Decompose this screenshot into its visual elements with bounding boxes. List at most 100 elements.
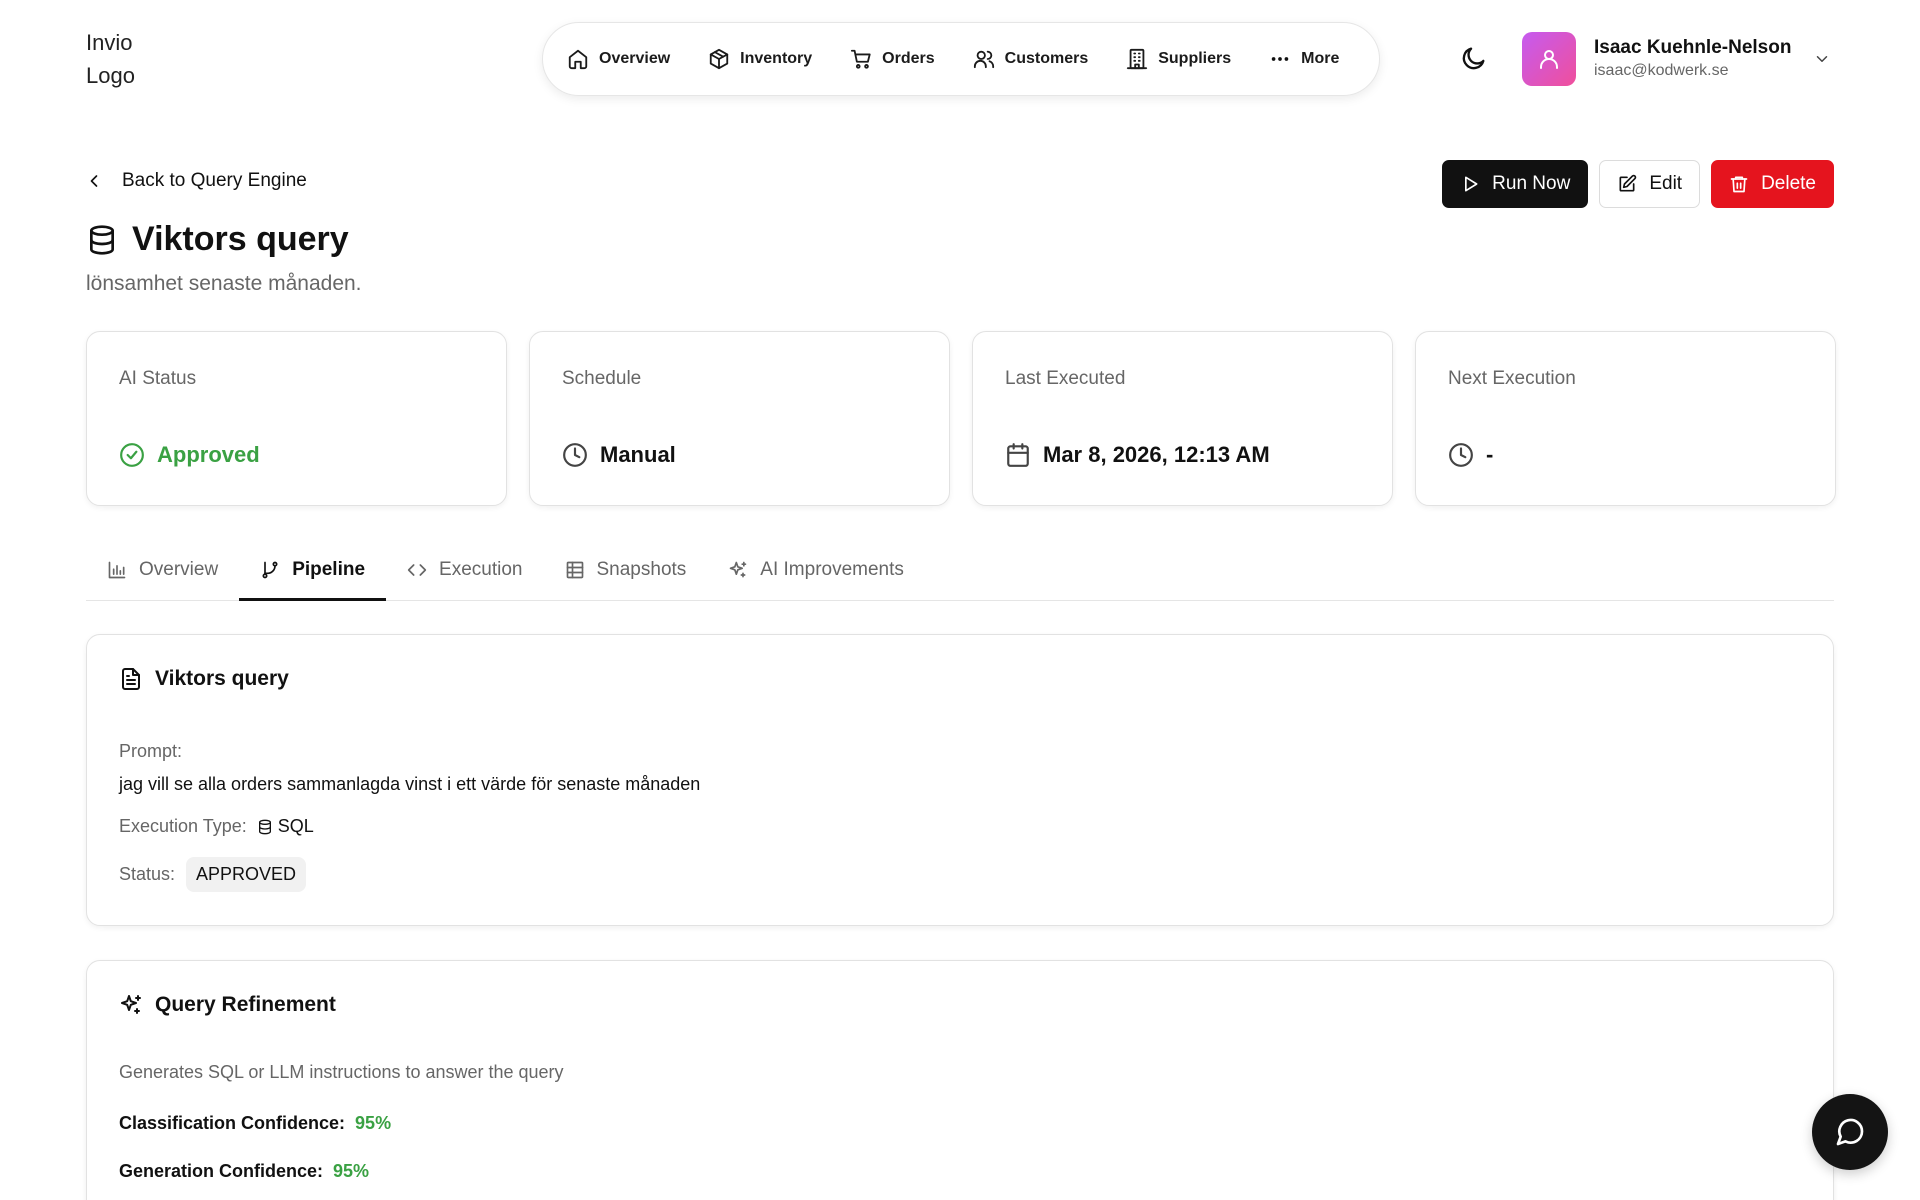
nav-label: Suppliers <box>1158 50 1232 67</box>
status-badge: APPROVED <box>186 857 307 892</box>
tab-bar: Overview Pipeline Execution Snapshots AI… <box>86 540 1834 601</box>
tab-snapshots[interactable]: Snapshots <box>544 540 708 600</box>
user-icon <box>1537 47 1561 71</box>
status-row: Status: APPROVED <box>119 857 307 892</box>
chevron-left-icon <box>84 171 104 191</box>
tab-ai-improvements[interactable]: AI Improvements <box>707 540 925 600</box>
database-icon <box>86 224 118 256</box>
nav-label: Customers <box>1004 50 1089 67</box>
card-value-text: Approved <box>157 442 260 467</box>
generation-value: 95% <box>333 1161 370 1181</box>
tab-label: Snapshots <box>596 559 687 580</box>
nav-label: More <box>1301 50 1340 67</box>
card-schedule: Schedule Manual <box>529 331 950 506</box>
refinement-panel: Query Refinement Generates SQL or LLM in… <box>86 960 1834 1200</box>
classification-confidence-row: Classification Confidence: 95% <box>119 1113 391 1134</box>
tab-execution[interactable]: Execution <box>386 540 543 600</box>
user-info: Isaac Kuehnle-Nelson isaac@kodwerk.se <box>1594 36 1791 82</box>
card-value: Mar 8, 2026, 12:13 AM <box>1005 442 1270 468</box>
nav-label: Inventory <box>740 50 813 67</box>
avatar <box>1522 32 1576 86</box>
card-value-text: - <box>1486 442 1494 467</box>
main-nav: Overview Inventory Orders Customers Supp… <box>542 22 1380 96</box>
tab-pipeline[interactable]: Pipeline <box>239 540 386 601</box>
classification-value: 95% <box>355 1113 392 1133</box>
nav-item-inventory[interactable]: Inventory <box>689 38 831 80</box>
page-actions: Run Now Edit Delete <box>1442 160 1834 208</box>
status-label: Status: <box>119 864 176 884</box>
execution-type-label: Execution Type: <box>119 816 247 836</box>
nav-item-suppliers[interactable]: Suppliers <box>1107 38 1250 80</box>
table-icon <box>565 560 585 580</box>
users-icon <box>973 48 995 70</box>
message-circle-icon <box>1834 1116 1866 1148</box>
nav-item-customers[interactable]: Customers <box>954 38 1108 80</box>
nav-label: Orders <box>882 50 935 67</box>
cart-icon <box>850 48 872 70</box>
trash-icon <box>1729 174 1749 194</box>
sparkles-icon <box>728 560 748 580</box>
database-icon <box>257 819 273 835</box>
nav-item-more[interactable]: More <box>1250 38 1358 80</box>
tab-overview[interactable]: Overview <box>86 540 239 600</box>
card-value: - <box>1448 442 1493 468</box>
nav-label: Overview <box>599 50 671 67</box>
prompt-text: jag vill se alla orders sammanlagda vins… <box>119 774 701 794</box>
run-now-button[interactable]: Run Now <box>1442 160 1589 208</box>
code-icon <box>407 560 427 580</box>
card-last-executed: Last Executed Mar 8, 2026, 12:13 AM <box>972 331 1393 506</box>
card-value-text: Mar 8, 2026, 12:13 AM <box>1043 442 1270 467</box>
stat-cards: AI Status Approved Schedule Manual Last … <box>86 331 1836 506</box>
logo[interactable]: Invio Logo <box>86 26 166 92</box>
user-name: Isaac Kuehnle-Nelson <box>1594 37 1792 58</box>
nav-item-orders[interactable]: Orders <box>831 38 953 80</box>
tab-label: Pipeline <box>292 559 366 580</box>
card-label: AI Status <box>119 368 197 389</box>
back-link[interactable]: Back to Query Engine <box>84 170 307 192</box>
clock-icon <box>1448 442 1474 468</box>
building-icon <box>1126 48 1148 70</box>
user-menu[interactable]: Isaac Kuehnle-Nelson isaac@kodwerk.se <box>1522 31 1831 87</box>
back-label: Back to Query Engine <box>122 170 307 191</box>
play-icon <box>1460 174 1480 194</box>
tab-label: Execution <box>439 559 523 580</box>
execution-type-text: SQL <box>277 816 314 836</box>
theme-toggle-button[interactable] <box>1460 44 1490 74</box>
refinement-description: Generates SQL or LLM instructions to ans… <box>119 1062 564 1082</box>
generation-confidence-row: Generation Confidence: 95% <box>119 1161 369 1182</box>
run-now-label: Run Now <box>1492 173 1571 194</box>
edit-icon <box>1617 174 1637 194</box>
clock-icon <box>562 442 588 468</box>
check-circle-icon <box>119 442 145 468</box>
package-icon <box>708 48 730 70</box>
git-branch-icon <box>260 560 280 580</box>
card-next-execution: Next Execution - <box>1415 331 1836 506</box>
page-title: Viktors query <box>86 220 349 259</box>
page-title-text: Viktors query <box>132 220 349 258</box>
classification-label: Classification Confidence: <box>119 1113 346 1133</box>
tab-label: Overview <box>139 559 219 580</box>
query-panel: Viktors query Prompt: jag vill se alla o… <box>86 634 1834 926</box>
file-text-icon <box>119 667 143 691</box>
card-label: Next Execution <box>1448 368 1576 389</box>
card-value: Manual <box>562 442 676 468</box>
card-value-text: Manual <box>600 442 676 467</box>
card-label: Schedule <box>562 368 642 389</box>
edit-label: Edit <box>1649 173 1683 194</box>
prompt-label: Prompt: <box>119 741 183 761</box>
sparkles-icon <box>119 993 143 1017</box>
chat-button[interactable] <box>1812 1094 1888 1170</box>
execution-type-row: Execution Type: SQL <box>119 816 314 837</box>
card-ai-status: AI Status Approved <box>86 331 507 506</box>
card-value: Approved <box>119 442 260 468</box>
generation-label: Generation Confidence: <box>119 1161 324 1181</box>
page-subtitle: lönsamhet senaste månaden. <box>86 272 362 295</box>
calendar-icon <box>1005 442 1031 468</box>
ellipsis-icon <box>1269 48 1291 70</box>
panel-title-text: Query Refinement <box>155 993 336 1016</box>
delete-label: Delete <box>1761 173 1816 194</box>
edit-button[interactable]: Edit <box>1599 160 1701 208</box>
delete-button[interactable]: Delete <box>1711 160 1834 208</box>
nav-item-overview[interactable]: Overview <box>567 38 689 80</box>
card-label: Last Executed <box>1005 368 1126 389</box>
